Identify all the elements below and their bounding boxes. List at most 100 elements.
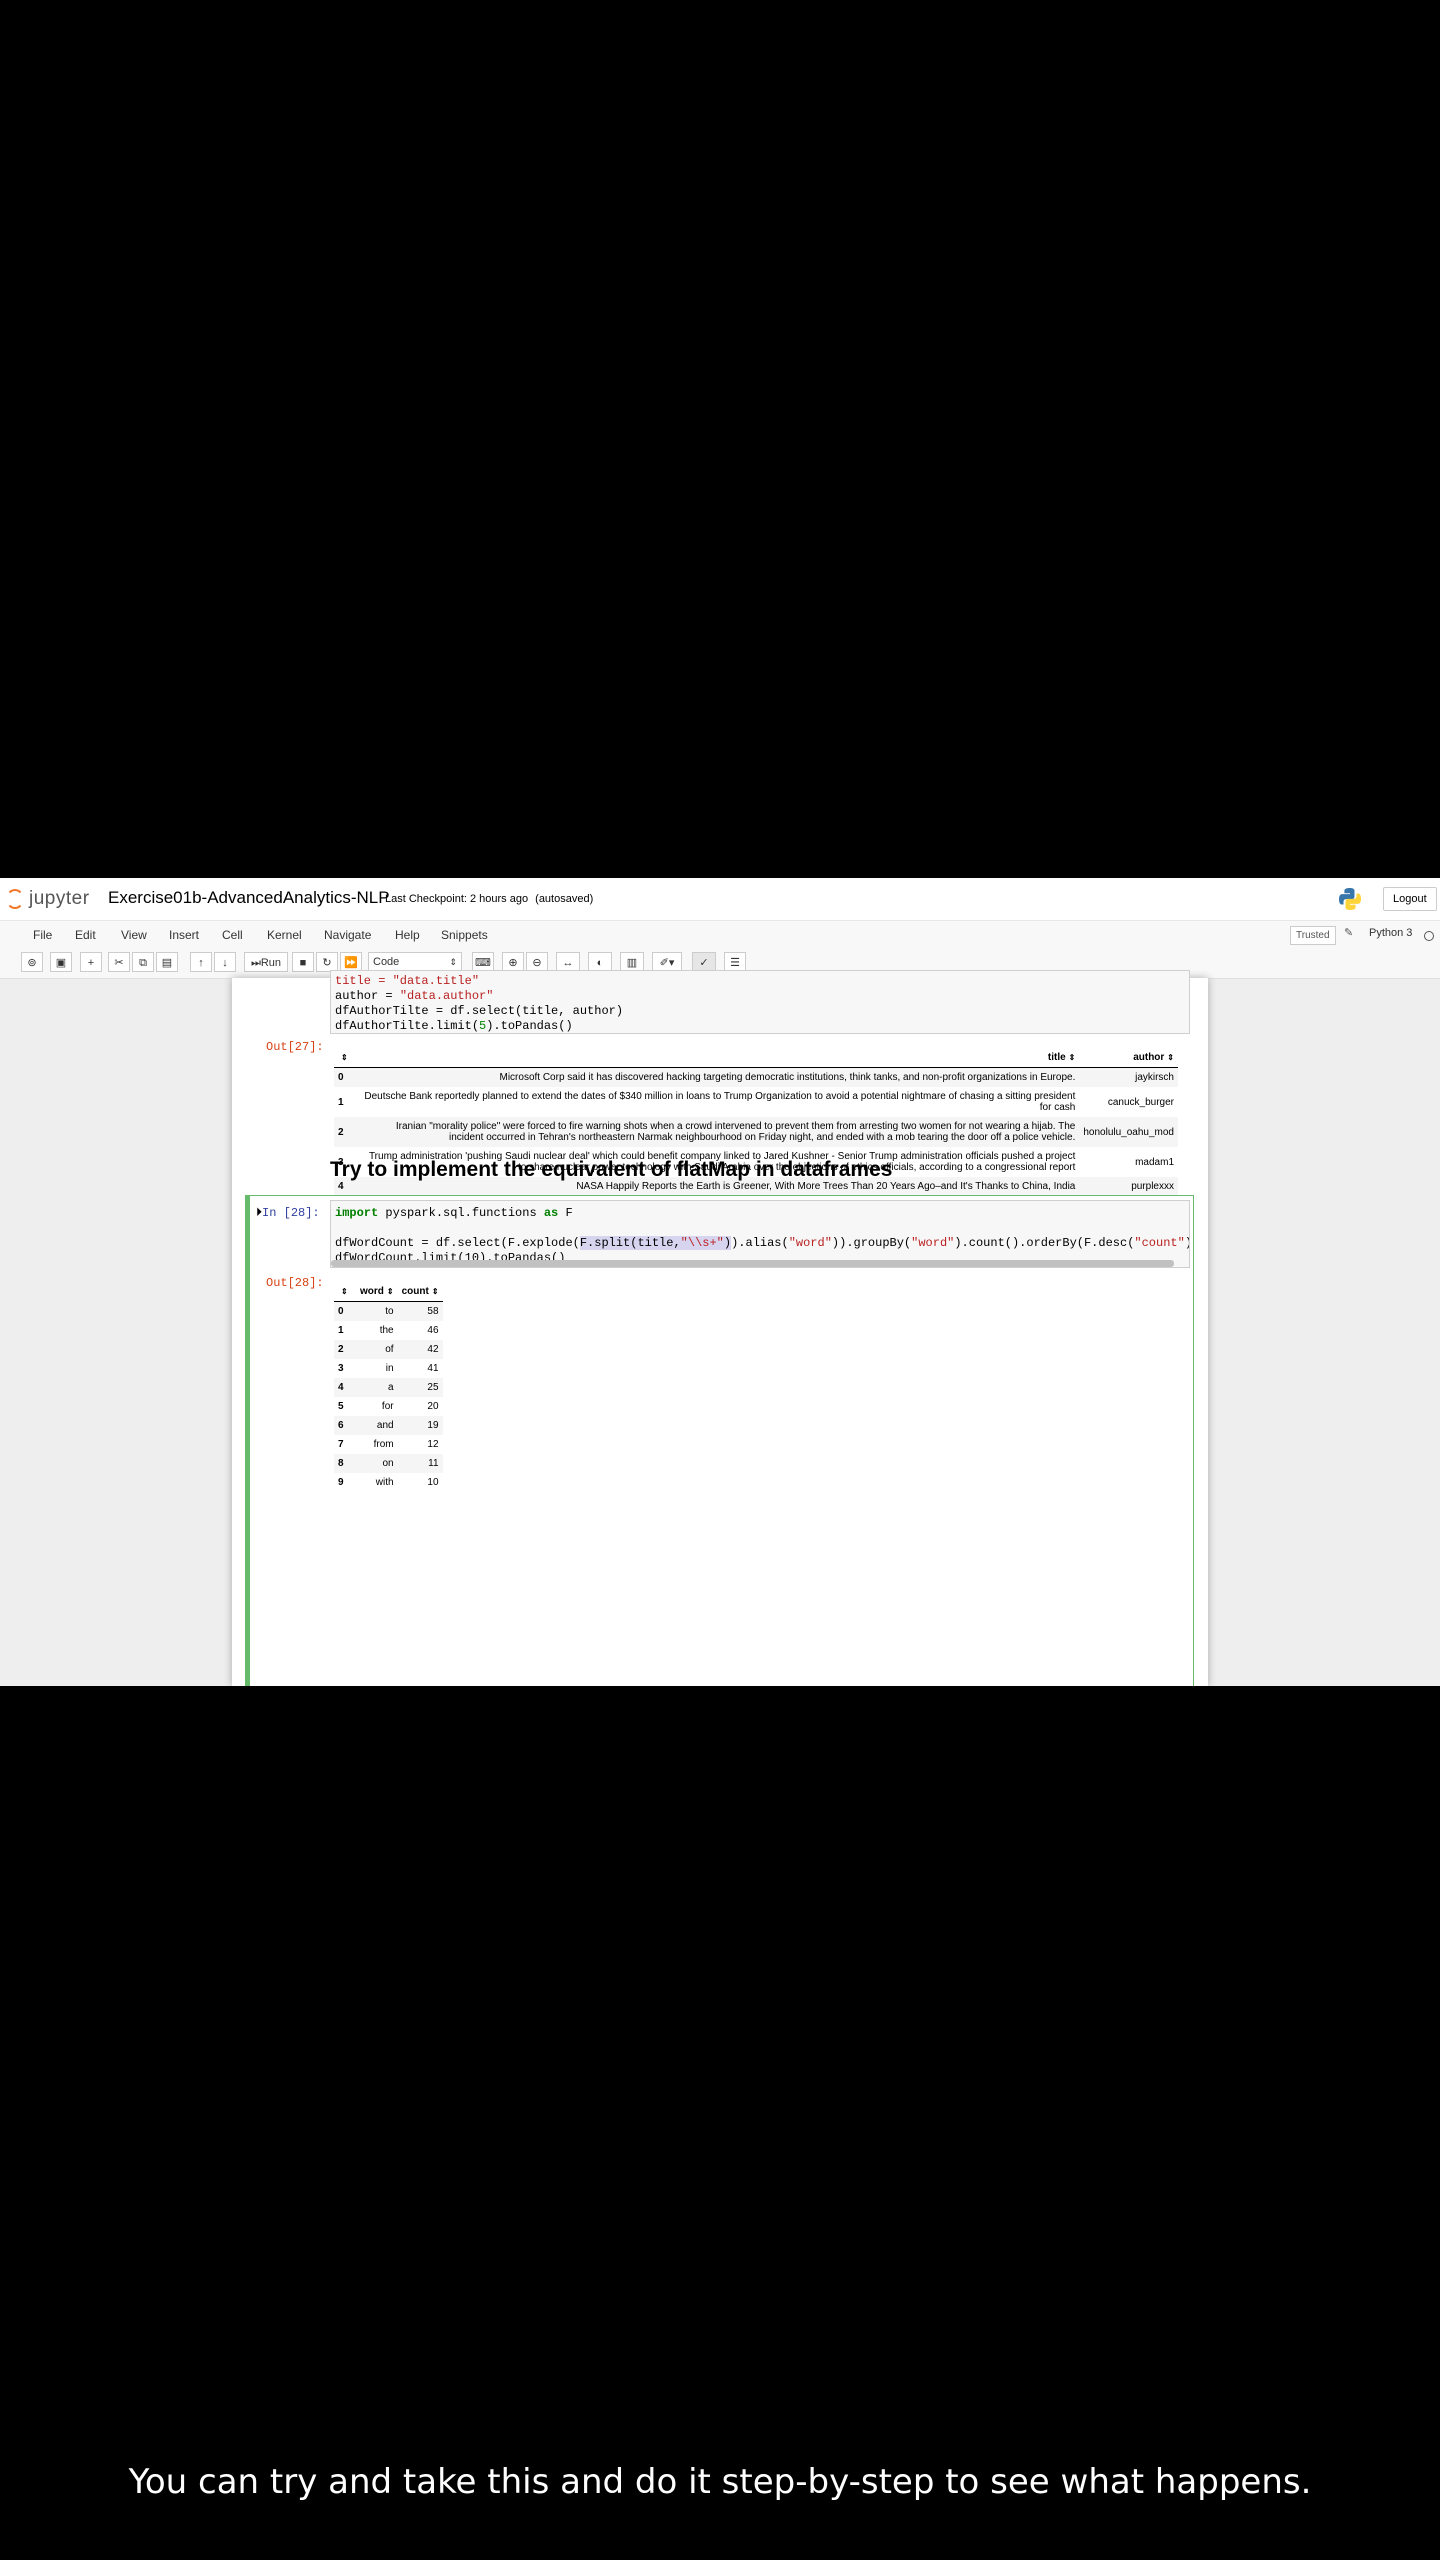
code-text: ).alias( — [731, 1236, 789, 1250]
row-index: 1 — [338, 1096, 344, 1108]
save-icon: ⊚ — [27, 957, 37, 969]
notebook-name[interactable]: Exercise01b-AdvancedAnalytics-NLP — [108, 888, 390, 908]
table-row: 9 with 10 — [334, 1473, 443, 1492]
row-count: 12 — [427, 1439, 439, 1450]
paste-cell-button[interactable]: ▤ — [156, 952, 178, 972]
menu-help[interactable]: Help — [395, 921, 420, 949]
row-word: of — [356, 1340, 398, 1359]
title-header[interactable]: title ⇕ — [356, 1048, 1080, 1068]
checkpoint-status: Last Checkpoint: 2 hours ago (autosaved) — [385, 893, 593, 905]
paintbrush-icon: ✐▾ — [659, 957, 675, 969]
row-author: honolulu_oahu_mod — [1079, 1117, 1178, 1147]
fast-forward-icon: ⏩ — [344, 957, 358, 969]
row-index: 1 — [338, 1325, 344, 1336]
row-author: madam1 — [1135, 1156, 1174, 1168]
row-author: canuck_burger — [1107, 1096, 1174, 1108]
word-header[interactable]: word ⇕ — [356, 1282, 398, 1302]
menu-snippets[interactable]: Snippets — [441, 921, 488, 949]
column-label: count — [401, 1286, 429, 1297]
toggle-button[interactable]: ◐ — [588, 952, 612, 972]
list-button[interactable]: ☰ — [724, 952, 746, 972]
save-checkpoint-button[interactable]: ⊚ — [21, 952, 43, 972]
menu-file[interactable]: File — [33, 921, 52, 949]
checkpoint-label: Last Checkpoint: 2 hours ago — [385, 893, 529, 905]
chart-button[interactable]: ▥ — [620, 952, 644, 972]
paste-icon: ▤ — [161, 957, 173, 969]
horizontal-scrollbar[interactable] — [331, 1260, 1174, 1267]
cut-cell-button[interactable]: ✂ — [108, 952, 130, 972]
scissors-icon: ✂ — [114, 957, 124, 969]
out27-prompt: Out[27]: — [266, 1040, 324, 1054]
row-count: 58 — [397, 1301, 443, 1321]
code-text: F — [558, 1206, 573, 1220]
stop-icon: ■ — [299, 957, 307, 969]
index-header[interactable]: ⇕ — [334, 1282, 356, 1302]
row-word: on — [356, 1454, 398, 1473]
interrupt-kernel-button[interactable]: ■ — [292, 952, 314, 972]
row-index: 4 — [334, 1378, 356, 1397]
zoom-in-button[interactable]: ⊕ — [502, 952, 524, 972]
floppy-icon: ▣ — [55, 957, 67, 969]
code-line-a: dfAuthorTilte.limit( — [335, 1019, 480, 1033]
trusted-indicator[interactable]: Trusted — [1290, 926, 1336, 945]
logo-text: jupyter — [29, 888, 90, 909]
jupyter-logo-icon — [6, 889, 24, 909]
move-down-button[interactable]: ↓ — [214, 952, 236, 972]
cell27-input[interactable]: title = "data.title" author = "data.auth… — [330, 970, 1190, 1034]
code-str: "count" — [1134, 1236, 1185, 1250]
menu-cell[interactable]: Cell — [222, 921, 243, 949]
insert-cell-button[interactable]: + — [80, 952, 102, 972]
menubar: File Edit View Insert Cell Kernel Naviga… — [0, 920, 1440, 950]
row-index: 2 — [334, 1117, 356, 1147]
code-author-var: author = — [335, 989, 400, 1003]
paint-format-button[interactable]: ✐▾ — [652, 952, 682, 972]
restart-run-all-button[interactable]: ⏩ — [340, 952, 362, 972]
header-bar: jupyter Exercise01b-AdvancedAnalytics-NL… — [0, 878, 1440, 920]
command-palette-button[interactable]: ⌨ — [472, 952, 494, 972]
menu-navigate[interactable]: Navigate — [324, 921, 371, 949]
kernel-name: Python 3 — [1369, 927, 1413, 939]
author-header[interactable]: author ⇕ — [1079, 1048, 1178, 1068]
row-index: 9 — [338, 1477, 344, 1488]
row-word: from — [373, 1439, 394, 1450]
cell28-input[interactable]: import pyspark.sql.functions as F dfWord… — [330, 1200, 1190, 1268]
row-word: for — [381, 1401, 394, 1412]
menu-view[interactable]: View — [121, 921, 147, 949]
restart-kernel-button[interactable]: ↻ — [316, 952, 338, 972]
code-text: ) — [1185, 1236, 1189, 1250]
run-label: Run — [260, 957, 282, 969]
row-title: Iranian "morality police" were forced to… — [356, 1117, 1080, 1147]
expand-button[interactable]: ↔ — [556, 952, 580, 972]
code-line-b: ).toPandas() — [486, 1019, 573, 1033]
jupyter-logo[interactable]: jupyter — [6, 888, 90, 910]
row-author: purplexxx — [1079, 1177, 1178, 1196]
jupyter-screen: jupyter Exercise01b-AdvancedAnalytics-NL… — [0, 878, 1440, 1686]
check-button[interactable]: ✓ — [692, 952, 716, 972]
zoom-out-icon: ⊖ — [532, 957, 542, 969]
autosave-status: (autosaved) — [535, 893, 594, 905]
table-row: 3 in 41 — [334, 1359, 443, 1378]
copy-icon: ⧉ — [139, 957, 147, 969]
markdown-heading: Try to implement the equivalent of flatM… — [330, 1158, 893, 1181]
logout-button[interactable]: Logout — [1383, 887, 1437, 911]
table-row: 6 and 19 — [334, 1416, 443, 1435]
zoom-out-button[interactable]: ⊖ — [526, 952, 548, 972]
row-word: the — [379, 1325, 394, 1336]
index-header[interactable]: ⇕ — [334, 1048, 356, 1068]
menu-edit[interactable]: Edit — [75, 921, 96, 949]
sort-icon: ⇕ — [431, 1287, 439, 1296]
column-label: author — [1133, 1052, 1165, 1063]
menu-kernel[interactable]: Kernel — [267, 921, 302, 949]
count-header[interactable]: count ⇕ — [397, 1282, 443, 1302]
code-selection: F.split(title, — [579, 1236, 681, 1250]
code-line: dfAuthorTilte = df.select(title, author) — [335, 1004, 624, 1018]
cell-type-select[interactable]: Code ⇕ — [368, 952, 462, 972]
table-header-row: ⇕ word ⇕ count ⇕ — [334, 1282, 443, 1302]
save-button[interactable]: ▣ — [50, 952, 72, 972]
run-button[interactable]: ⏭Run — [244, 952, 288, 972]
row-count: 41 — [427, 1363, 439, 1374]
code-str: "word" — [788, 1236, 832, 1250]
menu-insert[interactable]: Insert — [169, 921, 199, 949]
move-up-button[interactable]: ↑ — [190, 952, 212, 972]
copy-cell-button[interactable]: ⧉ — [132, 952, 154, 972]
